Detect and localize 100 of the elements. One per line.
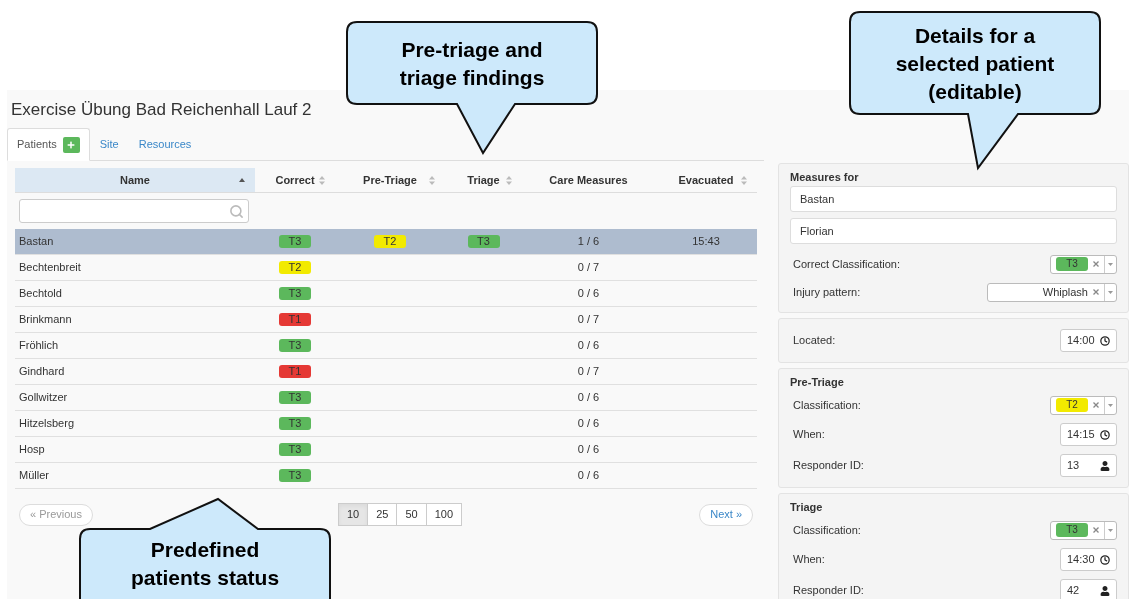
- sort-icon[interactable]: [319, 175, 325, 185]
- clear-icon[interactable]: [1093, 289, 1099, 295]
- table-cell: Müller: [19, 469, 49, 482]
- clear-icon[interactable]: [1093, 527, 1099, 533]
- sort-ascending-icon[interactable]: [239, 178, 245, 182]
- page-size-button[interactable]: 10: [338, 503, 369, 526]
- table-cell: Gindhard: [19, 365, 65, 378]
- table-cell-text: 1 / 6: [577, 234, 600, 250]
- classification-select[interactable]: T2: [1050, 395, 1117, 415]
- callout-text: Predefined patients status: [129, 537, 281, 591]
- column-header[interactable]: Care Measures: [522, 168, 655, 192]
- text-field[interactable]: Florian: [790, 218, 1117, 244]
- tab[interactable]: Site: [89, 128, 129, 161]
- table-row[interactable]: Gindhard T1 0 / 7: [15, 359, 757, 385]
- table-row[interactable]: Hosp T3 0 / 6: [15, 437, 757, 463]
- field-label: Responder ID:: [793, 583, 864, 599]
- table-row[interactable]: Bechtold T3 0 / 6: [15, 281, 757, 307]
- caret-icon[interactable]: [1108, 528, 1113, 532]
- triage-tag: T3: [279, 235, 311, 248]
- clock-icon[interactable]: [1100, 429, 1110, 440]
- triage-tag: T3: [279, 417, 311, 430]
- column-header[interactable]: Correct: [255, 168, 335, 192]
- triage-tag: T3: [279, 469, 311, 482]
- page-size-button[interactable]: 50: [396, 503, 427, 526]
- triage-tag: T3: [279, 287, 311, 300]
- caret-icon[interactable]: [1108, 403, 1113, 407]
- user-icon[interactable]: [1100, 460, 1110, 471]
- table-cell-text: 0 / 6: [577, 286, 600, 302]
- panel-heading: Triage: [790, 500, 824, 514]
- field-label: Responder ID:: [793, 458, 864, 474]
- triage-tag: T3: [279, 339, 311, 352]
- clear-icon[interactable]: [1093, 261, 1099, 267]
- table-row[interactable]: Brinkmann T1 0 / 7: [15, 307, 757, 333]
- table-row[interactable]: Bechtenbreit T2 0 / 7: [15, 255, 757, 281]
- page-size-button[interactable]: 25: [367, 503, 398, 526]
- table-row[interactable]: Hitzelsberg T3 0 / 6: [15, 411, 757, 437]
- table-cell: Fröhlich: [19, 339, 59, 352]
- sort-icon[interactable]: [506, 175, 512, 185]
- classification-select[interactable]: T3: [1050, 520, 1117, 540]
- triage-tag: T3: [467, 235, 500, 248]
- tab[interactable]: Resources: [128, 128, 202, 161]
- sort-icon[interactable]: [741, 175, 747, 185]
- page-size-button[interactable]: 100: [425, 503, 463, 526]
- column-header[interactable]: Evacuated: [655, 168, 757, 192]
- table-row[interactable]: Müller T3 0 / 6: [15, 463, 757, 489]
- clock-icon[interactable]: [1100, 554, 1110, 565]
- triage-tag: T1: [279, 313, 311, 326]
- triage-tag: T2: [279, 261, 311, 274]
- caret-icon[interactable]: [1108, 262, 1113, 266]
- table-cell: Gollwitzer: [19, 391, 68, 404]
- plus-icon: [67, 140, 76, 149]
- next-button[interactable]: Next »: [699, 503, 753, 526]
- user-icon[interactable]: [1100, 585, 1110, 596]
- caret-icon[interactable]: [1108, 290, 1113, 294]
- table-cell-text: 0 / 7: [577, 312, 600, 328]
- column-header[interactable]: Pre-Triage: [335, 168, 445, 192]
- sort-icon[interactable]: [429, 175, 435, 185]
- field-label: Classification:: [793, 397, 861, 413]
- panel-heading: Pre-Triage: [790, 375, 845, 389]
- table-cell: Bastan: [19, 235, 54, 248]
- field-label: When:: [793, 427, 825, 443]
- table-cell: Hosp: [19, 443, 45, 456]
- responder-field[interactable]: 42: [1060, 579, 1117, 599]
- table-cell-text: 0 / 6: [577, 416, 600, 432]
- table-cell: Hitzelsberg: [19, 417, 75, 430]
- column-header[interactable]: Triage: [445, 168, 522, 192]
- tab[interactable]: Patients: [7, 128, 90, 161]
- triage-tag: T3: [279, 443, 311, 456]
- triage-tag: T2: [1056, 398, 1088, 412]
- column-header[interactable]: Name: [15, 168, 255, 192]
- table-row[interactable]: Gollwitzer T3 0 / 6: [15, 385, 757, 411]
- table-row[interactable]: Bastan T3 T2 T3 1 / 6 15:43: [15, 229, 757, 255]
- clock-icon[interactable]: [1100, 335, 1110, 346]
- classification-select[interactable]: T3: [1050, 254, 1117, 274]
- table-cell-text: 0 / 6: [577, 442, 600, 458]
- clear-icon[interactable]: [1093, 402, 1099, 408]
- time-field[interactable]: 14:00: [1060, 329, 1117, 352]
- triage-tag: T3: [279, 391, 311, 404]
- responder-field[interactable]: 13: [1060, 454, 1117, 477]
- table-cell: Bechtold: [19, 287, 62, 300]
- field-label: Located:: [793, 333, 836, 349]
- table-row[interactable]: Fröhlich T3 0 / 6: [15, 333, 757, 359]
- field-label: When:: [793, 552, 825, 568]
- table-cell: Brinkmann: [19, 313, 72, 326]
- search-field[interactable]: [19, 199, 249, 223]
- triage-tag: T3: [1056, 257, 1088, 271]
- page-title: Exercise Übung Bad Reichenhall Lauf 2: [11, 99, 313, 121]
- time-field[interactable]: 14:15: [1060, 423, 1117, 446]
- table-cell-text: 0 / 7: [577, 260, 600, 276]
- text-field[interactable]: Bastan: [790, 186, 1117, 212]
- triage-tag: T2: [374, 235, 406, 248]
- add-button[interactable]: [62, 136, 80, 153]
- panel-heading: Measures for: [790, 170, 860, 184]
- time-field[interactable]: 14:30: [1060, 548, 1117, 571]
- callout-text: Pre-triage and triage findings: [398, 37, 546, 91]
- table-cell-text: 0 / 6: [577, 338, 600, 354]
- field-label: Classification:: [793, 522, 861, 538]
- table-cell: Bechtenbreit: [19, 261, 81, 274]
- table-cell-text: 0 / 6: [577, 390, 600, 406]
- injury-select[interactable]: Whiplash: [987, 282, 1117, 302]
